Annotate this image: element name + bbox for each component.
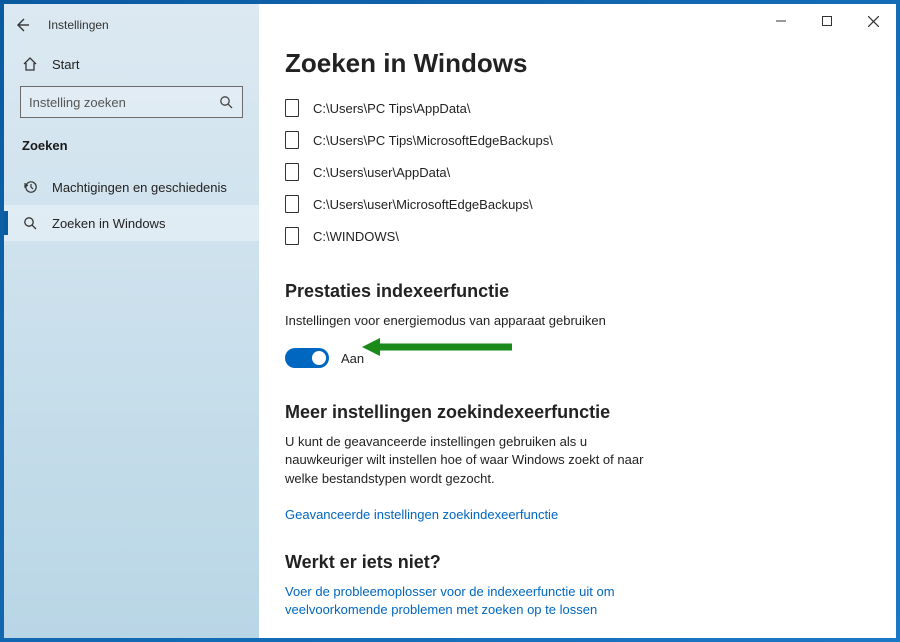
folder-icon	[285, 99, 299, 117]
sidebar-item-label: Zoeken in Windows	[52, 216, 165, 231]
history-icon	[22, 179, 38, 195]
folder-icon	[285, 195, 299, 213]
sidebar-section-label: Zoeken	[4, 134, 259, 169]
section-heading: Meer instellingen zoekindexeerfunctie	[285, 402, 859, 423]
folder-path: C:\Users\PC Tips\AppData\	[313, 101, 471, 116]
indexer-performance-section: Prestaties indexeerfunctie Instellingen …	[285, 281, 859, 368]
back-icon[interactable]	[12, 15, 32, 35]
page-title: Zoeken in Windows	[285, 48, 859, 79]
titlebar-left: Instellingen	[4, 8, 259, 42]
excluded-folder-list: C:\Users\PC Tips\AppData\ C:\Users\PC Ti…	[285, 99, 859, 245]
list-item[interactable]: C:\Users\PC Tips\MicrosoftEdgeBackups\	[285, 131, 859, 149]
sidebar: Instellingen Start Zoeken Machtigingen e…	[4, 4, 259, 638]
more-settings-section: Meer instellingen zoekindexeerfunctie U …	[285, 402, 859, 524]
advanced-indexer-link[interactable]: Geavanceerde instellingen zoekindexeerfu…	[285, 506, 665, 524]
maximize-button[interactable]	[804, 4, 850, 38]
app-title: Instellingen	[48, 18, 109, 32]
content-inner: Zoeken in Windows C:\Users\PC Tips\AppDa…	[259, 4, 859, 619]
settings-window: Instellingen Start Zoeken Machtigingen e…	[4, 4, 896, 638]
window-controls	[758, 4, 896, 38]
folder-path: C:\Users\user\AppData\	[313, 165, 450, 180]
sidebar-item-search-windows[interactable]: Zoeken in Windows	[4, 205, 259, 241]
search-icon	[22, 215, 38, 231]
home-icon	[22, 56, 38, 72]
list-item[interactable]: C:\Users\PC Tips\AppData\	[285, 99, 859, 117]
search-icon	[218, 94, 234, 110]
section-text: U kunt de geavanceerde instellingen gebr…	[285, 433, 665, 488]
troubleshoot-section: Werkt er iets niet? Voer de probleemoplo…	[285, 552, 859, 619]
section-subtext: Instellingen voor energiemodus van appar…	[285, 312, 665, 330]
list-item[interactable]: C:\WINDOWS\	[285, 227, 859, 245]
minimize-button[interactable]	[758, 4, 804, 38]
power-mode-toggle[interactable]	[285, 348, 329, 368]
folder-icon	[285, 227, 299, 245]
folder-path: C:\WINDOWS\	[313, 229, 399, 244]
list-item[interactable]: C:\Users\user\MicrosoftEdgeBackups\	[285, 195, 859, 213]
list-item[interactable]: C:\Users\user\AppData\	[285, 163, 859, 181]
sidebar-item-home[interactable]: Start	[4, 42, 259, 86]
toggle-row: Aan	[285, 348, 859, 368]
section-heading: Werkt er iets niet?	[285, 552, 859, 573]
search-input[interactable]	[29, 95, 218, 110]
close-button[interactable]	[850, 4, 896, 38]
toggle-label: Aan	[341, 351, 364, 366]
sidebar-item-label: Machtigingen en geschiedenis	[52, 180, 227, 195]
folder-path: C:\Users\user\MicrosoftEdgeBackups\	[313, 197, 533, 212]
search-input-container[interactable]	[20, 86, 243, 118]
folder-icon	[285, 163, 299, 181]
section-heading: Prestaties indexeerfunctie	[285, 281, 859, 302]
troubleshooter-link[interactable]: Voer de probleemoplosser voor de indexee…	[285, 583, 665, 619]
folder-path: C:\Users\PC Tips\MicrosoftEdgeBackups\	[313, 133, 553, 148]
content-area: Zoeken in Windows C:\Users\PC Tips\AppDa…	[259, 4, 896, 638]
sidebar-item-permissions[interactable]: Machtigingen en geschiedenis	[4, 169, 259, 205]
home-label: Start	[52, 57, 79, 72]
folder-icon	[285, 131, 299, 149]
